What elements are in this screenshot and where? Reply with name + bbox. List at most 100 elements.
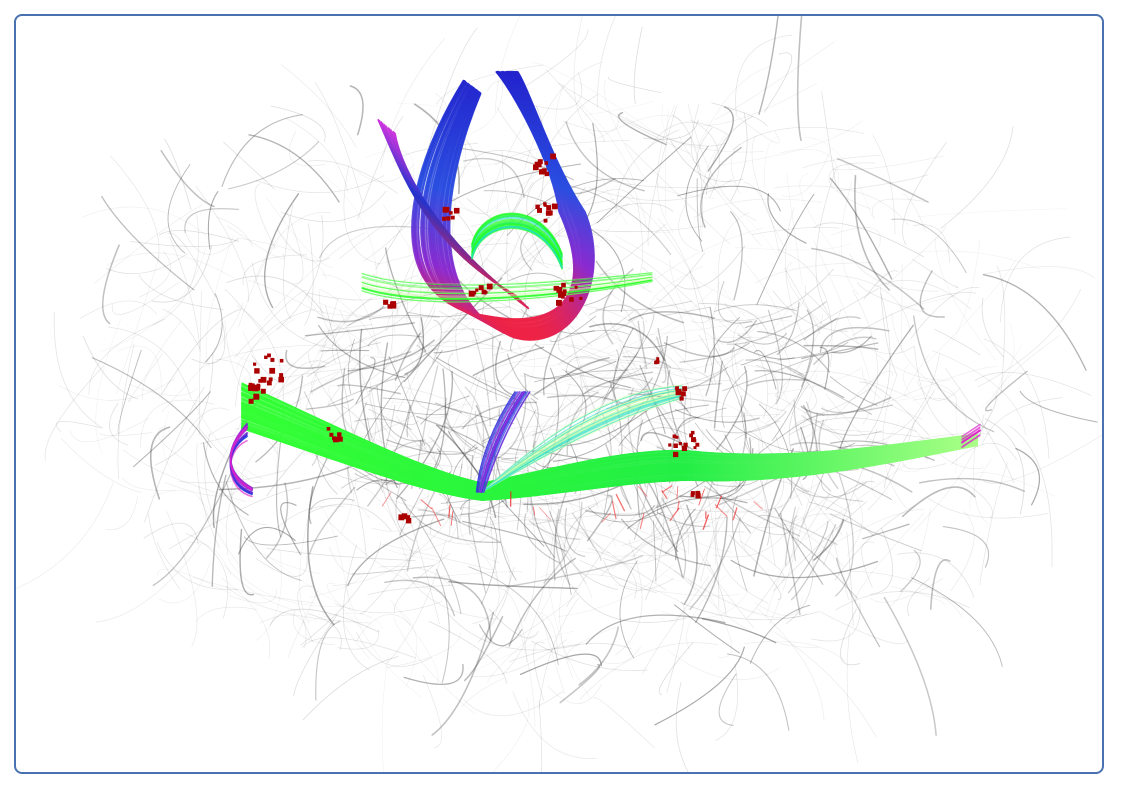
viewer-frame [14,14,1104,774]
background-fiber [744,493,830,528]
background-fiber [811,247,925,310]
roi-marker [552,203,558,210]
background-fiber [140,399,216,448]
background-fiber [150,490,206,521]
background-fiber [715,521,769,604]
roi-marker [260,376,267,383]
roi-marker [556,286,563,293]
background-fiber [676,245,746,290]
background-fiber [912,397,968,425]
background-fiber [821,91,837,186]
background-fiber [255,175,385,193]
background-fiber [839,174,929,192]
background-fiber [482,241,545,284]
background-fiber [663,342,735,358]
background-fiber [337,384,401,395]
background-fiber [349,85,364,136]
background-fiber [283,204,294,320]
background-fiber [731,495,748,591]
tractography-view[interactable] [16,16,1104,774]
background-fiber [786,261,826,328]
background-fiber [101,244,120,325]
roi-marker [468,290,475,297]
background-fiber [985,370,1028,412]
background-fiber [463,691,564,717]
background-fiber [677,185,781,212]
background-fiber [913,315,995,433]
background-fiber [191,323,226,364]
background-fiber [840,608,861,666]
roi-marker [543,218,548,223]
roi-marker [279,358,284,363]
background-fiber [854,512,925,604]
background-fiber [248,134,340,203]
background-fiber [828,274,912,334]
background-fiber [647,319,755,336]
background-fiber [977,288,1082,388]
roi-marker [248,384,255,391]
background-fiber [642,227,764,290]
background-fiber [813,222,924,258]
roi-marker [260,388,266,394]
roi-marker [543,203,547,207]
background-fiber [596,114,683,140]
roi-marker [248,398,254,404]
background-fiber [98,432,153,436]
background-fiber [918,477,1025,492]
background-fiber [403,663,464,686]
background-fiber [779,149,839,192]
background-fiber [422,674,443,748]
background-fiber [390,599,439,686]
background-fiber [717,280,753,324]
background-fiber [169,487,301,550]
background-fiber [701,82,817,126]
background-fiber [642,119,699,140]
background-fiber [928,498,1049,519]
background-fiber [462,520,567,552]
background-fiber [205,293,223,363]
background-fiber [531,640,648,671]
background-fiber [790,536,858,599]
background-fiber [981,322,1015,408]
background-fiber [734,242,852,251]
background-fiber [264,552,372,619]
background-fiber [675,682,689,772]
roi-marker [533,164,539,171]
roi-marker [695,493,701,499]
background-fiber [266,547,416,561]
background-fiber [940,126,1014,229]
background-fiber [227,558,344,607]
background-fiber [695,66,771,151]
stub-fiber [714,504,728,517]
background-fiber [996,335,1060,400]
background-fiber [264,232,366,321]
background-fiber [117,345,162,391]
background-fiber [356,631,432,667]
background-fiber [667,650,780,680]
background-fiber [730,112,748,202]
background-fiber [718,212,750,292]
background-fiber [969,458,992,510]
roi-marker [574,285,578,289]
background-fiber [982,274,1087,371]
stub-fiber [637,486,648,497]
background-fiber [494,140,631,166]
roi-marker [332,436,336,441]
background-fiber [730,211,743,301]
background-fiber [461,678,505,708]
background-fiber [343,164,380,265]
roi-marker [266,380,272,386]
background-fiber [367,584,454,596]
background-fiber [974,372,1092,396]
background-fiber [195,606,258,622]
background-fiber [950,511,975,591]
roi-marker [544,171,549,177]
roi-marker [680,391,686,397]
background-fiber [902,461,947,470]
background-fiber [547,684,602,704]
roi-marker [691,437,696,442]
background-fiber [309,503,392,532]
background-fiber [433,331,507,354]
background-fiber [916,208,1067,218]
background-fiber [255,549,282,641]
